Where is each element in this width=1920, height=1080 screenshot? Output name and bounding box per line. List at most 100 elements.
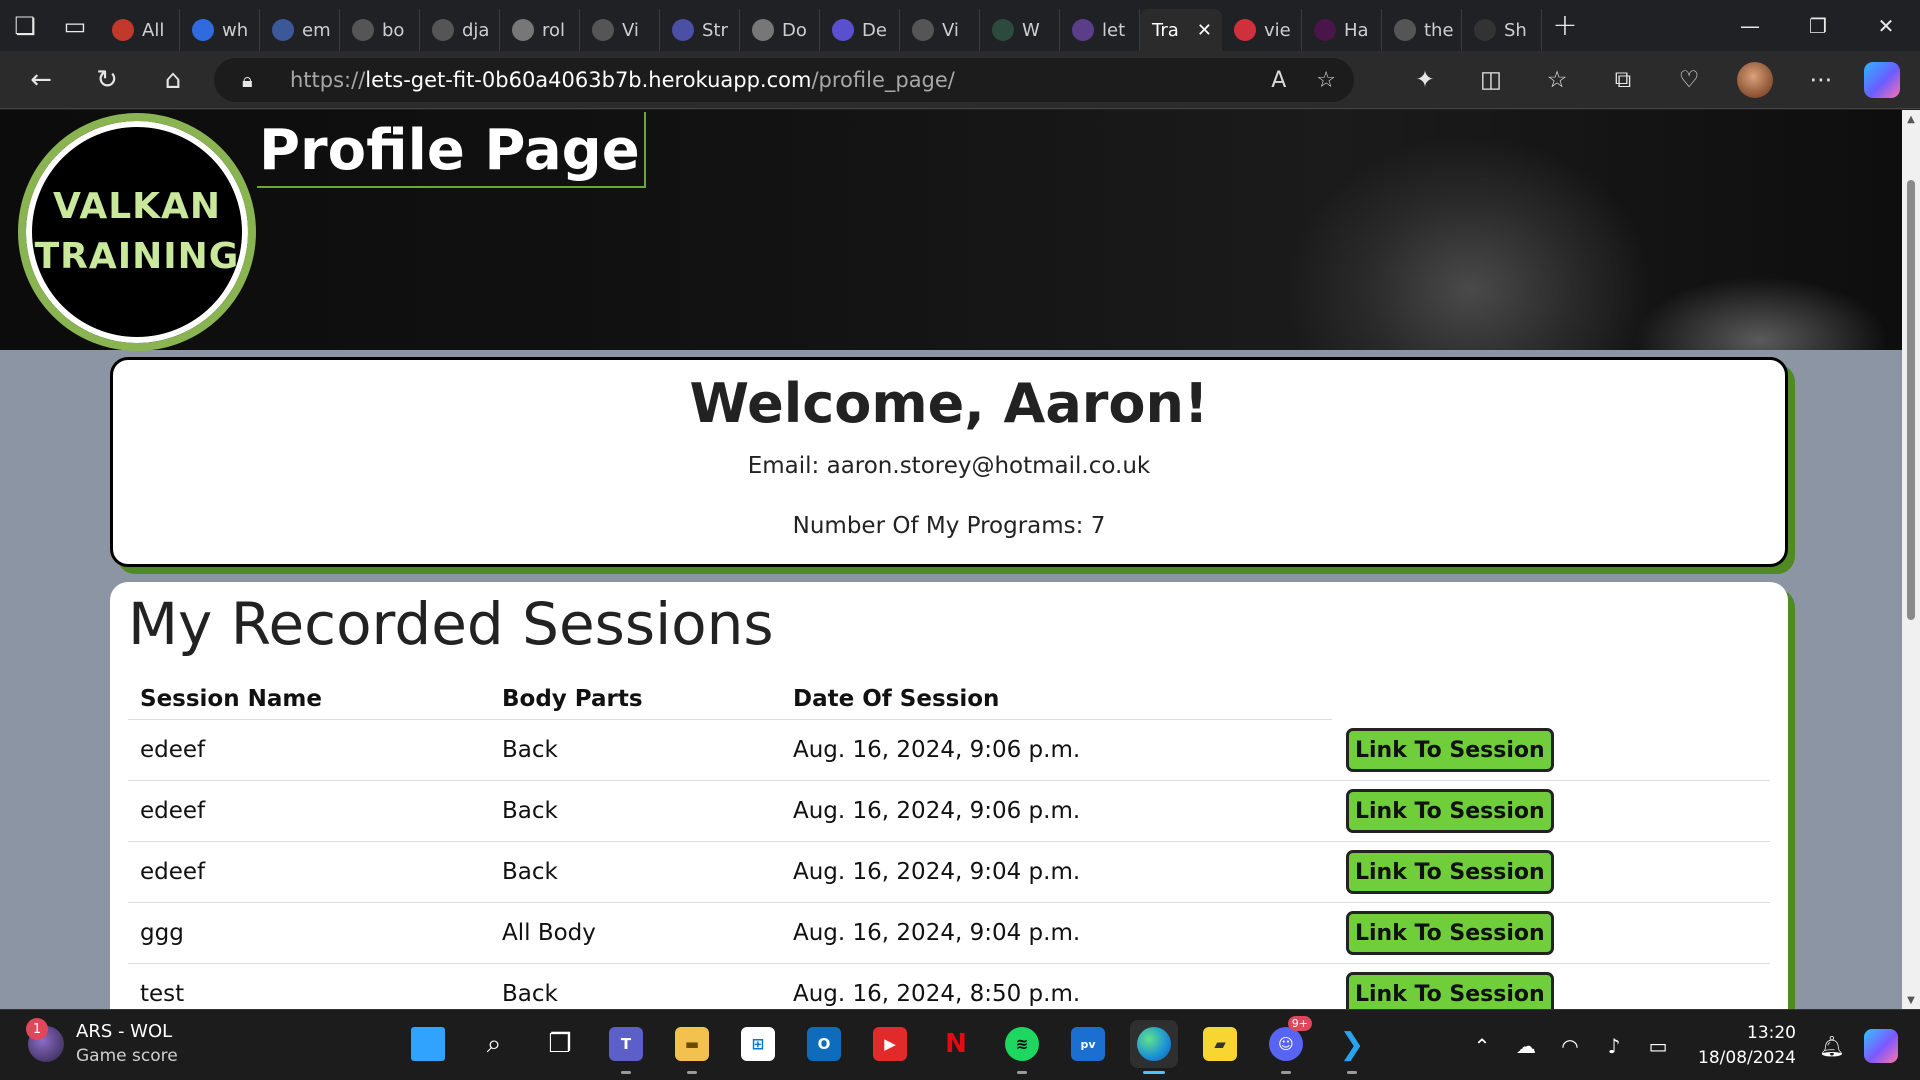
tab-label: Str [702, 19, 728, 41]
tab-favicon-icon [1314, 19, 1336, 41]
tab-favicon-icon [272, 19, 294, 41]
onedrive-icon[interactable]: ☁ [1504, 1034, 1548, 1058]
minimize-icon[interactable]: — [1716, 0, 1784, 51]
system-tray: ⌃ ☁ ◠ ♪ ▭ 13:20 18/08/2024 🔔︎ [1460, 1010, 1920, 1080]
link-to-session-button[interactable]: Link To Session [1346, 789, 1554, 833]
copilot-taskbar-icon[interactable] [1864, 1028, 1898, 1063]
task-view-icon[interactable]: ❐ [536, 1020, 584, 1068]
wifi-icon[interactable]: ◠ [1548, 1034, 1592, 1058]
tab-active[interactable]: Tra ✕ [1140, 9, 1222, 51]
teams-icon[interactable]: T [602, 1020, 650, 1074]
tab-favicon-icon [752, 19, 774, 41]
spotify-icon[interactable]: ≋ [998, 1020, 1046, 1074]
home-icon[interactable]: ⌂ [140, 51, 206, 109]
table-row: edeef Back Aug. 16, 2024, 9:04 p.m. Link To… [128, 842, 1770, 903]
copilot-icon[interactable] [1864, 62, 1900, 98]
session-name-cell: edeef [140, 859, 206, 885]
link-to-session-button[interactable]: Link To Session [1346, 972, 1554, 1009]
tab-favicon-icon [912, 19, 934, 41]
link-to-session-button[interactable]: Link To Session [1346, 728, 1554, 772]
widgets-button[interactable]: 1 ARS - WOL Game score [26, 1018, 178, 1068]
favorites-icon[interactable]: ☆ [1524, 51, 1590, 109]
search-icon[interactable]: ⌕ [470, 1020, 518, 1068]
taskbar-apps: ⌕ ❐ T ▬ ⊞ O ▶ N ≋ pv ▰ ☺ 9+ ❯ [404, 1016, 1376, 1074]
more-menu-icon[interactable]: ⋯ [1788, 51, 1854, 109]
tab-favicon-icon [512, 19, 534, 41]
workspaces-icon[interactable]: ❏ [0, 0, 50, 51]
netflix-icon[interactable]: N [932, 1020, 980, 1068]
prime-video-icon[interactable]: pv [1064, 1020, 1112, 1068]
body-parts-cell: Back [502, 981, 558, 1007]
favorite-star-icon[interactable]: ☆ [1316, 68, 1336, 93]
collections-icon[interactable]: ⧉ [1590, 51, 1656, 109]
battery-icon[interactable]: ▭ [1636, 1034, 1680, 1058]
address-bar[interactable]: 🔒︎ https://lets-get-fit-0b60a4063b7b.her… [214, 58, 1354, 102]
tab-favicon-icon [112, 19, 134, 41]
link-to-session-button[interactable]: Link To Session [1346, 850, 1554, 894]
tab-label: W [1022, 19, 1040, 41]
extensions-icon[interactable]: ✦ [1392, 51, 1458, 109]
table-header: Session Name Body Parts Date Of Session [128, 678, 1332, 720]
discord-icon[interactable]: ☺ 9+ [1262, 1016, 1312, 1074]
browser-toolbar: ← ↻ ⌂ 🔒︎ https://lets-get-fit-0b60a4063b… [0, 51, 1920, 109]
browser-tab[interactable]: De [820, 9, 900, 51]
back-icon[interactable]: ← [8, 51, 74, 109]
refresh-icon[interactable]: ↻ [74, 51, 140, 109]
new-tab-button[interactable]: + [1542, 0, 1588, 51]
tab-list-after: vie Ha the Sh [1222, 0, 1542, 51]
split-screen-icon[interactable]: ◫ [1458, 51, 1524, 109]
store-icon[interactable]: ⊞ [734, 1020, 782, 1068]
page-viewport: VALKAN TRAINING Profile Page Welcome, Aa… [0, 110, 1920, 1009]
sticky-notes-icon[interactable]: ▰ [1196, 1020, 1244, 1068]
vscode-icon[interactable]: ❯ [1328, 1020, 1376, 1074]
browser-tab[interactable]: the [1382, 9, 1462, 51]
scroll-down-icon[interactable]: ▼ [1902, 991, 1920, 1009]
read-aloud-icon[interactable]: A [1271, 68, 1286, 93]
page-scrollbar[interactable]: ▲ ▼ [1902, 110, 1920, 1009]
lock-icon[interactable]: 🔒︎ [242, 68, 268, 92]
browser-tab[interactable]: Sh [1462, 9, 1542, 51]
tab-favicon-icon [192, 19, 214, 41]
widget-title: ARS - WOL [76, 1021, 173, 1042]
edge-icon[interactable] [1130, 1020, 1178, 1074]
link-to-session-button[interactable]: Link To Session [1346, 911, 1554, 955]
youtube-icon[interactable]: ▶ [866, 1020, 914, 1068]
browser-tab[interactable]: Vi [900, 9, 980, 51]
tab-label: wh [222, 19, 249, 41]
browser-tab[interactable]: dja [420, 9, 500, 51]
tab-actions-icon[interactable]: ▭ [50, 0, 100, 51]
browser-tab[interactable]: Str [660, 9, 740, 51]
clock[interactable]: 13:20 18/08/2024 [1698, 1021, 1796, 1071]
tab-favicon-icon [592, 19, 614, 41]
browser-tab[interactable]: vie [1222, 9, 1302, 51]
volume-icon[interactable]: ♪ [1592, 1034, 1636, 1058]
restore-icon[interactable]: ❐ [1784, 0, 1852, 51]
outlook-icon[interactable]: O [800, 1020, 848, 1068]
close-window-icon[interactable]: ✕ [1852, 0, 1920, 51]
notification-bell-icon[interactable]: 🔔︎ [1810, 1034, 1854, 1058]
scroll-up-icon[interactable]: ▲ [1902, 110, 1920, 128]
start-button[interactable] [404, 1020, 452, 1068]
browser-essentials-icon[interactable]: ♡ [1656, 51, 1722, 109]
browser-tab[interactable]: Do [740, 9, 820, 51]
browser-tab[interactable]: let [1060, 9, 1140, 51]
browser-tab[interactable]: W [980, 9, 1060, 51]
profile-avatar[interactable] [1737, 62, 1773, 98]
close-icon[interactable]: ✕ [1197, 20, 1212, 41]
scroll-thumb[interactable] [1907, 180, 1915, 620]
browser-tab[interactable]: Vi [580, 9, 660, 51]
browser-tab[interactable]: bo [340, 9, 420, 51]
browser-tab[interactable]: wh [180, 9, 260, 51]
url-text[interactable]: https://lets-get-fit-0b60a4063b7b.heroku… [290, 68, 955, 92]
browser-tab[interactable]: Ha [1302, 9, 1382, 51]
file-explorer-icon[interactable]: ▬ [668, 1020, 716, 1074]
tab-label: Sh [1504, 19, 1527, 41]
chevron-up-icon[interactable]: ⌃ [1460, 1034, 1504, 1058]
browser-tab[interactable]: All [100, 9, 180, 51]
browser-tab[interactable]: em [260, 9, 340, 51]
session-date-cell: Aug. 16, 2024, 9:06 p.m. [793, 798, 1081, 824]
valkan-logo[interactable]: VALKAN TRAINING [18, 113, 256, 351]
tab-label: bo [382, 19, 405, 41]
browser-tab[interactable]: rol [500, 9, 580, 51]
tab-favicon-icon [1474, 19, 1496, 41]
